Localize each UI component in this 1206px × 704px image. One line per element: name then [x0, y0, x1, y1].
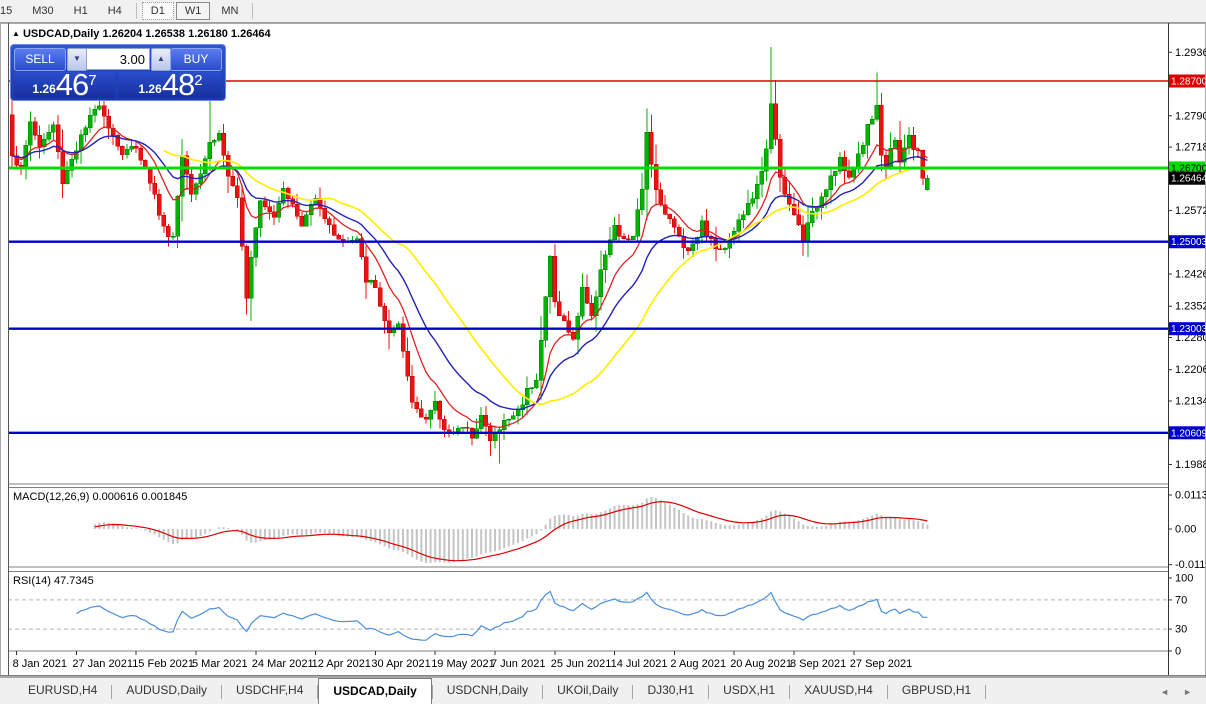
svg-text:-0.01190: -0.01190 — [1175, 559, 1206, 571]
volume-input[interactable]: 3.00 — [86, 48, 150, 70]
chart-title: ▲ USDCAD,Daily 1.26204 1.26538 1.26180 1… — [12, 28, 271, 40]
svg-text:1.22060: 1.22060 — [1175, 364, 1206, 376]
svg-text:5 Mar 2021: 5 Mar 2021 — [192, 658, 248, 670]
rsi-indicator-label: RSI(14) 47.7345 — [13, 575, 94, 587]
tabs-scroll-left-icon[interactable]: ◄ — [1160, 687, 1169, 697]
svg-text:70: 70 — [1175, 594, 1187, 606]
svg-text:1.28700: 1.28700 — [1171, 77, 1206, 88]
svg-text:1.23003: 1.23003 — [1171, 324, 1206, 335]
svg-text:1.20609: 1.20609 — [1171, 428, 1206, 439]
rsi-value: 47.7345 — [53, 575, 94, 587]
collapse-arrow-icon[interactable]: ▲ — [12, 29, 20, 38]
chevron-down-icon: ▼ — [73, 54, 81, 63]
timeframe-button-m30[interactable]: M30 — [23, 2, 62, 20]
macd-signal-value: 0.001845 — [141, 491, 188, 503]
tabs-scroll-right-icon[interactable]: ► — [1183, 687, 1192, 697]
chart-symbol-period: USDCAD,Daily — [22, 28, 100, 40]
chart-tab-usdx-h1[interactable]: USDX,H1 — [709, 678, 789, 704]
svg-text:1.25720: 1.25720 — [1175, 205, 1206, 217]
svg-text:1.25003: 1.25003 — [1171, 237, 1206, 248]
tab-separator — [985, 684, 987, 699]
svg-text:30 Apr 2021: 30 Apr 2021 — [371, 658, 430, 670]
timeframe-button-h1[interactable]: H1 — [65, 2, 97, 20]
mt4-window: 15M30H1H4D1W1MN 1.293601.279001.271801.2… — [0, 0, 1206, 704]
svg-text:1.19880: 1.19880 — [1175, 459, 1206, 471]
svg-text:1.24260: 1.24260 — [1175, 269, 1206, 281]
chart-tab-gbpusd-h1[interactable]: GBPUSD,H1 — [888, 678, 985, 704]
svg-text:14 Jul 2021: 14 Jul 2021 — [611, 658, 668, 670]
svg-text:1.29360: 1.29360 — [1175, 47, 1206, 59]
svg-text:27 Sep 2021: 27 Sep 2021 — [850, 658, 912, 670]
svg-text:27 Jan 2021: 27 Jan 2021 — [72, 658, 133, 670]
svg-text:1.21340: 1.21340 — [1175, 396, 1206, 408]
svg-text:0.00: 0.00 — [1175, 524, 1196, 536]
chart-tab-eurusd-h4[interactable]: EURUSD,H4 — [14, 678, 111, 704]
toolbar-separator — [135, 3, 137, 19]
svg-text:1.27900: 1.27900 — [1175, 110, 1206, 122]
chart-tab-dj30-h1[interactable]: DJ30,H1 — [633, 678, 708, 704]
chevron-up-icon: ▲ — [157, 54, 165, 63]
timeframe-button-w1[interactable]: W1 — [175, 2, 211, 20]
svg-text:7 Jun 2021: 7 Jun 2021 — [491, 658, 545, 670]
timeframe-toolbar: 15 M30 H1 H4 D1 W1 MN — [0, 0, 1206, 23]
price-chart[interactable]: 1.29360 1.27900 1.27180 1.25720 1.24260 1.235… — [0, 23, 1206, 677]
svg-text:20 Aug 2021: 20 Aug 2021 — [730, 658, 792, 670]
svg-text:24 Mar 2021: 24 Mar 2021 — [252, 658, 314, 670]
chart-tab-usdchf-h4[interactable]: USDCHF,H4 — [222, 678, 317, 704]
chart-tab-usdcad-daily[interactable]: USDCAD,Daily — [318, 678, 432, 704]
svg-text:30: 30 — [1175, 624, 1187, 636]
svg-text:8 Jan 2021: 8 Jan 2021 — [13, 658, 67, 670]
svg-text:0: 0 — [1175, 646, 1181, 658]
svg-text:1.23520: 1.23520 — [1175, 301, 1206, 313]
chart-ohlc-values: 1.26204 1.26538 1.26180 1.26464 — [102, 28, 271, 40]
svg-text:2 Aug 2021: 2 Aug 2021 — [670, 658, 726, 670]
macd-main-value: 0.000616 — [92, 491, 139, 503]
svg-text:19 May 2021: 19 May 2021 — [431, 658, 495, 670]
svg-text:25 Jun 2021: 25 Jun 2021 — [551, 658, 612, 670]
chart-window: 1.29360 1.27900 1.27180 1.25720 1.24260 1.235… — [0, 23, 1206, 677]
one-click-trading-panel: SELL ▼ 3.00 ▲ BUY 1.26467 1.26482 — [10, 44, 226, 101]
macd-indicator-label: MACD(12,26,9) 0.000616 0.001845 — [13, 491, 188, 503]
timeframe-button-mn[interactable]: MN — [212, 2, 247, 20]
svg-text:100: 100 — [1175, 573, 1193, 585]
svg-text:15 Feb 2021: 15 Feb 2021 — [132, 658, 194, 670]
chart-tab-usdcnh-daily[interactable]: USDCNH,Daily — [433, 678, 542, 704]
svg-text:1.26464: 1.26464 — [1171, 174, 1206, 185]
chart-tab-audusd-daily[interactable]: AUDUSD,Daily — [112, 678, 221, 704]
svg-text:0.01135: 0.01135 — [1175, 490, 1206, 502]
sell-price-display[interactable]: 1.26467 — [14, 69, 115, 100]
timeframe-button-h4[interactable]: H4 — [99, 2, 131, 20]
chart-tab-ukoil-daily[interactable]: UKOil,Daily — [543, 678, 632, 704]
svg-text:8 Sep 2021: 8 Sep 2021 — [790, 658, 846, 670]
buy-price-display[interactable]: 1.26482 — [119, 69, 222, 100]
timeframe-button-d1[interactable]: D1 — [141, 2, 174, 20]
chart-tabs: EURUSD,H4 AUDUSD,Daily USDCHF,H4 USDCAD,Dai… — [0, 678, 987, 704]
svg-text:1.27180: 1.27180 — [1175, 142, 1206, 154]
toolbar-separator — [252, 3, 254, 19]
tab-scroll-controls: ◄ ► — [1160, 678, 1206, 704]
svg-text:12 Apr 2021: 12 Apr 2021 — [312, 658, 371, 670]
timeframe-button-15[interactable]: 15 — [0, 2, 21, 20]
chart-tab-xauusd-h4[interactable]: XAUUSD,H4 — [790, 678, 887, 704]
chart-tabs-bar: EURUSD,H4 AUDUSD,Daily USDCHF,H4 USDCAD,Dai… — [0, 677, 1206, 704]
